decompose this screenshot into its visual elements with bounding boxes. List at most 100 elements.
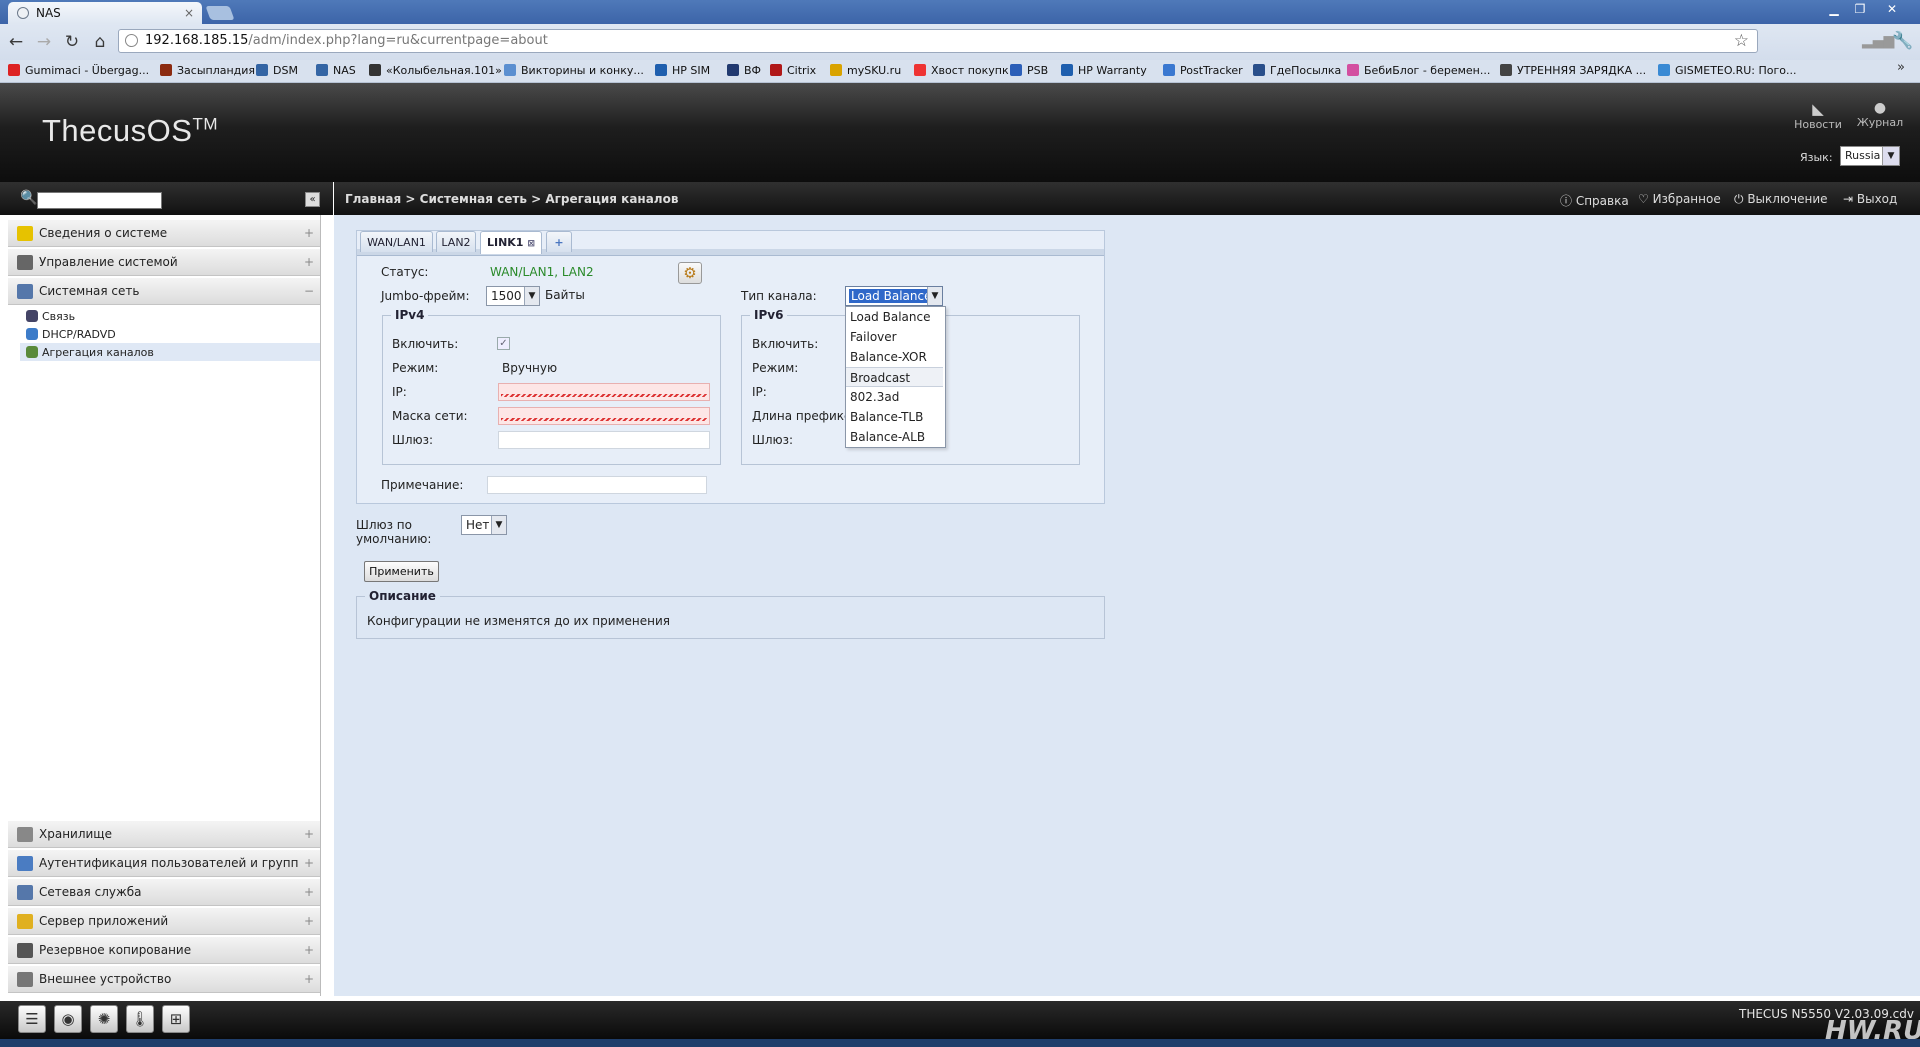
logout-link[interactable]: ⇥ Выход	[1843, 192, 1897, 206]
bookmark-item[interactable]: УТРЕННЯЯ ЗАРЯДКА ...	[1500, 63, 1646, 79]
bookmark-item[interactable]: PostTracker	[1163, 63, 1243, 79]
back-icon[interactable]: ←	[5, 31, 27, 53]
ipv4-ip-input[interactable]	[498, 383, 710, 401]
link-type-option[interactable]: Balance-TLB	[846, 407, 943, 427]
expand-toggle-icon[interactable]: +	[304, 821, 314, 848]
link-type-option[interactable]: Failover	[846, 327, 943, 347]
home-icon[interactable]: ⌂	[89, 31, 111, 53]
ipv4-enable-checkbox[interactable]: ✓	[497, 337, 510, 350]
note-label: Примечание:	[381, 478, 464, 492]
expand-toggle-icon[interactable]: +	[304, 850, 314, 877]
expand-toggle-icon[interactable]: +	[304, 966, 314, 993]
note-input[interactable]	[487, 476, 707, 494]
sidebar-section-network-service[interactable]: Сетевая служба +	[8, 879, 320, 906]
expand-toggle-icon[interactable]: +	[304, 220, 314, 247]
restore-icon[interactable]: ❐	[1848, 1, 1872, 17]
sidebar-item-link-aggregation[interactable]: Агрегация каналов	[26, 344, 154, 361]
sidebar-section-application-server[interactable]: Сервер приложений +	[8, 908, 320, 935]
browser-tab[interactable]: NAS ×	[8, 2, 202, 24]
bookmark-favicon-icon	[1010, 64, 1022, 76]
bookmark-item[interactable]: DSM	[256, 63, 298, 79]
tab-lan2[interactable]: LAN2	[436, 231, 476, 252]
ipv4-mask-input[interactable]	[498, 407, 710, 425]
close-tab-icon[interactable]: ×	[184, 2, 194, 24]
sidebar-section-system-network[interactable]: Системная сеть −	[8, 278, 320, 305]
temperature-icon[interactable]: 🌡	[126, 1005, 154, 1033]
configure-button[interactable]: ⚙	[678, 262, 702, 284]
apply-button[interactable]: Применить	[364, 561, 439, 582]
bookmark-item[interactable]: Засыпландия	[160, 63, 255, 79]
bookmark-label: ГдеПосылка	[1270, 64, 1342, 77]
bookmark-label: БебиБлог - беремен...	[1364, 64, 1491, 77]
network-status-icon[interactable]: ⊞	[162, 1005, 190, 1033]
close-icon[interactable]: ⊠	[527, 239, 535, 249]
bookmark-item[interactable]: БебиБлог - беремен...	[1347, 63, 1490, 79]
new-tab-button[interactable]	[205, 6, 235, 20]
sidebar-item-connection[interactable]: Связь	[26, 308, 75, 325]
bookmark-item[interactable]: ГдеПосылка	[1253, 63, 1341, 79]
link-type-option[interactable]: Load Balance	[846, 307, 943, 327]
bookmark-item[interactable]: «Колыбельная.101»	[369, 63, 502, 79]
wrench-icon[interactable]: 🔧	[1892, 31, 1913, 51]
storage-status-icon[interactable]: ☰	[18, 1005, 46, 1033]
shutdown-link[interactable]: ⏻ Выключение	[1734, 192, 1828, 207]
bookmark-item[interactable]: GISMETEO.RU: Пого...	[1658, 63, 1796, 79]
default-gateway-select[interactable]: Нет ▼	[461, 515, 507, 535]
language-select[interactable]: Russia ▼	[1840, 146, 1900, 166]
bookmark-item[interactable]: Хвост покупк	[914, 63, 1009, 79]
ipv4-gateway-input[interactable]	[498, 431, 710, 449]
page-info-icon[interactable]	[125, 34, 138, 47]
minimize-icon[interactable]: ▁	[1822, 1, 1846, 17]
disk-status-icon[interactable]: ◉	[54, 1005, 82, 1033]
help-link[interactable]: ⓘ Справка	[1560, 192, 1629, 209]
expand-toggle-icon[interactable]: +	[304, 249, 314, 276]
link-type-option[interactable]: Balance-XOR	[846, 347, 943, 367]
tab-link1[interactable]: LINK1 ⊠	[480, 231, 542, 254]
bookmark-favicon-icon	[504, 64, 516, 76]
bookmark-item[interactable]: NAS	[316, 63, 356, 79]
bookmark-item[interactable]: HP Warranty	[1061, 63, 1147, 79]
log-button[interactable]: ● Журнал	[1852, 100, 1908, 129]
bookmark-item[interactable]: HP SIM	[655, 63, 710, 79]
bookmark-item[interactable]: Gumimaci - Übergag...	[8, 63, 149, 79]
forward-icon[interactable]: →	[33, 31, 55, 53]
expand-toggle-icon[interactable]: +	[304, 937, 314, 964]
bookmarks-more-icon[interactable]: »	[1897, 60, 1905, 75]
expand-toggle-icon[interactable]: +	[304, 908, 314, 935]
bookmark-star-icon[interactable]: ☆	[1734, 31, 1749, 51]
ipv4-ip-label: IP:	[392, 385, 407, 399]
link-type-select[interactable]: Load Balance ▼	[845, 286, 943, 306]
link-type-option[interactable]: Broadcast	[846, 367, 943, 387]
sidebar-section-external-device[interactable]: Внешнее устройство +	[8, 966, 320, 993]
window-close-icon[interactable]: ✕	[1880, 1, 1904, 17]
search-input[interactable]	[37, 192, 162, 209]
sidebar-section-user-group-auth[interactable]: Аутентификация пользователей и групп +	[8, 850, 320, 877]
link-type-option[interactable]: Balance-ALB	[846, 427, 943, 447]
bookmark-item[interactable]: Citrix	[770, 63, 816, 79]
sidebar-section-storage[interactable]: Хранилище +	[8, 821, 320, 848]
fan-status-icon[interactable]: ✺	[90, 1005, 118, 1033]
news-button[interactable]: ◣ Новости	[1790, 100, 1846, 131]
bookmark-favicon-icon	[8, 64, 20, 76]
sidebar-item-dhcp-radvd[interactable]: DHCP/RADVD	[26, 326, 116, 343]
add-tab-button[interactable]: +	[546, 231, 572, 252]
favorites-link[interactable]: ♡ Избранное	[1638, 192, 1721, 206]
jumbo-frame-select[interactable]: 1500 ▼	[486, 286, 540, 306]
expand-toggle-icon[interactable]: +	[304, 879, 314, 906]
network-service-icon	[17, 885, 33, 900]
bookmark-item[interactable]: mySKU.ru	[830, 63, 901, 79]
shutdown-label: Выключение	[1747, 192, 1828, 206]
expand-toggle-icon[interactable]: −	[304, 278, 314, 305]
bookmark-item[interactable]: ВФ	[727, 63, 761, 79]
address-bar[interactable]: 192.168.185.15/adm/index.php?lang=ru&cur…	[118, 29, 1758, 53]
logo-text: ThecusOS	[42, 113, 193, 148]
bookmark-item[interactable]: Викторины и конку...	[504, 63, 644, 79]
collapse-sidebar-button[interactable]: «	[305, 192, 320, 207]
sidebar-section-system-management[interactable]: Управление системой +	[8, 249, 320, 276]
sidebar-section-backup[interactable]: Резервное копирование +	[8, 937, 320, 964]
sidebar-section-system-info[interactable]: Сведения о системе +	[8, 220, 320, 247]
bookmark-item[interactable]: PSB	[1010, 63, 1048, 79]
tab-wan-lan1[interactable]: WAN/LAN1	[360, 231, 433, 252]
reload-icon[interactable]: ↻	[61, 31, 83, 53]
link-type-option[interactable]: 802.3ad	[846, 387, 943, 407]
